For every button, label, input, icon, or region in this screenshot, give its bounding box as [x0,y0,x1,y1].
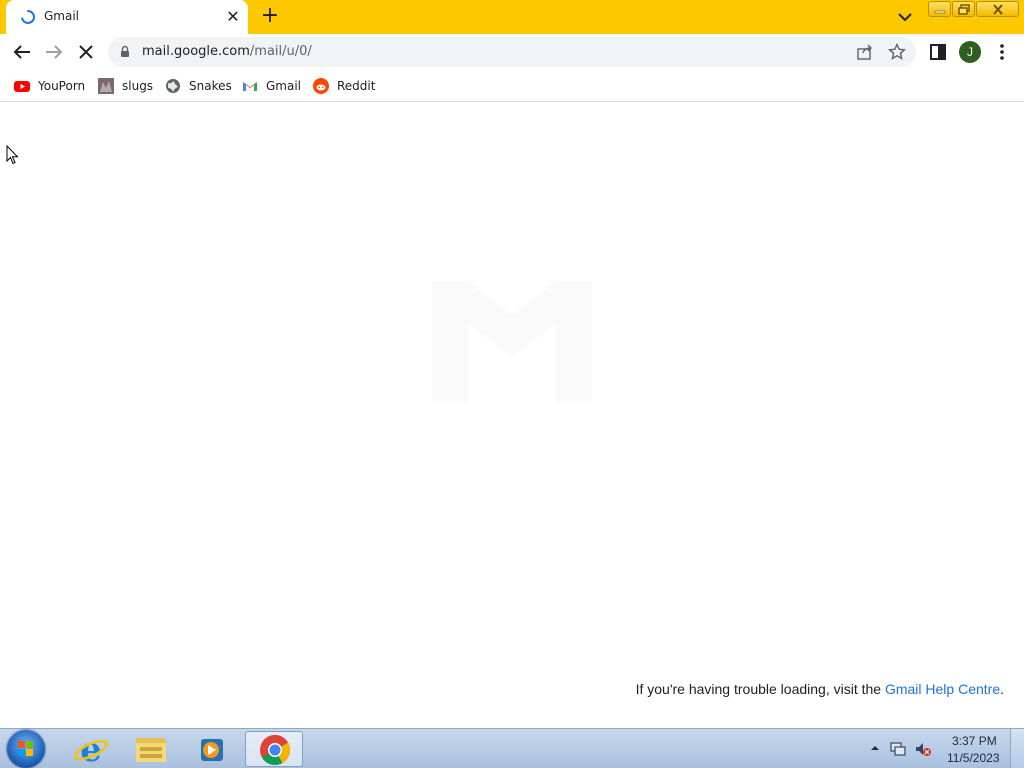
globe-icon [166,79,180,93]
taskbar-internet-explorer[interactable]: e [62,730,120,768]
start-button[interactable] [7,730,45,768]
bookmark-label: YouPorn [38,79,86,93]
show-desktop-button[interactable] [1010,729,1024,768]
taskbar-media-player[interactable] [182,731,240,767]
loading-spinner-icon [21,10,35,24]
taskbar-file-explorer[interactable] [122,731,180,767]
bookmark-label: Gmail [266,79,302,93]
trouble-suffix: . [1000,681,1004,697]
youtube-style-red-icon [14,81,30,92]
new-tab-button[interactable]: + [258,5,282,28]
page-content: If you're having trouble loading, visit … [0,103,1024,728]
bookmark-item[interactable]: YouPorn [14,76,85,96]
gmail-logo-icon [432,281,592,403]
bookmarks-bar: YouPorn slugs Snakes Gmail Reddit [0,70,1024,102]
bookmark-item[interactable]: Gmail [242,76,301,96]
side-panel-icon[interactable] [926,40,950,64]
show-hidden-icons-icon[interactable] [870,743,880,753]
back-arrow-icon[interactable] [10,40,34,64]
url-text[interactable]: mail.google.com/mail/u/0/ [142,44,312,59]
bookmark-item[interactable]: slugs [98,76,153,96]
thumbnail-icon [98,78,114,94]
svg-text:e: e [80,731,102,767]
window-restore-button[interactable] [952,1,975,17]
volume-muted-icon[interactable] [914,740,932,758]
lock-icon[interactable] [120,45,130,58]
clock-date[interactable]: 11/5/2023 [947,751,1000,765]
url-path: /mail/u/0/ [249,44,312,59]
clock-time[interactable]: 3:37 PM [952,734,997,748]
profile-avatar[interactable]: J [959,41,981,63]
network-icon[interactable] [889,740,907,758]
more-menu-icon[interactable] [990,40,1014,64]
bookmark-item[interactable]: Reddit [313,76,375,96]
stop-loading-icon[interactable] [74,40,98,64]
loading-trouble-message: If you're having trouble loading, visit … [636,681,1004,697]
share-icon[interactable] [856,43,874,61]
bookmark-label: Snakes [189,79,232,93]
window-close-button[interactable] [976,1,1019,17]
url-host: mail.google.com [142,44,250,59]
trouble-prefix: If you're having trouble loading, visit … [635,681,885,697]
tab-search-chevron-icon[interactable] [893,6,917,28]
address-bar[interactable]: mail.google.com/mail/u/0/ [108,37,916,67]
media-player-icon [201,739,223,761]
gmail-icon [243,82,257,91]
taskbar-chrome[interactable] [245,731,303,767]
bookmark-label: slugs [122,79,154,93]
window-minimize-button[interactable] [928,1,951,17]
tab-gmail[interactable]: Gmail ✕ [6,0,248,34]
bookmark-star-icon[interactable] [888,43,906,61]
tab-title: Gmail [44,9,80,23]
mouse-cursor-icon [6,145,19,165]
bookmark-item[interactable]: Snakes [165,76,232,96]
windows-logo-icon [18,741,33,756]
forward-arrow-icon[interactable] [42,40,66,64]
tab-strip: Gmail ✕ + [0,0,1024,34]
chrome-icon [260,734,291,766]
internet-explorer-icon: e [74,730,108,768]
taskbar: e 3:37 PM 11/5/2023 [0,728,1024,768]
folder-icon [136,738,166,762]
reddit-icon [313,78,329,94]
help-centre-link[interactable]: Gmail Help Centre [885,681,1000,697]
browser-toolbar: mail.google.com/mail/u/0/ J [0,34,1024,70]
bookmark-label: Reddit [337,79,376,93]
tab-close-icon[interactable]: ✕ [224,8,242,26]
system-tray [864,729,1024,768]
screen: Gmail ✕ + mail.google.com/mail/u/0/ J Yo… [0,0,1024,768]
